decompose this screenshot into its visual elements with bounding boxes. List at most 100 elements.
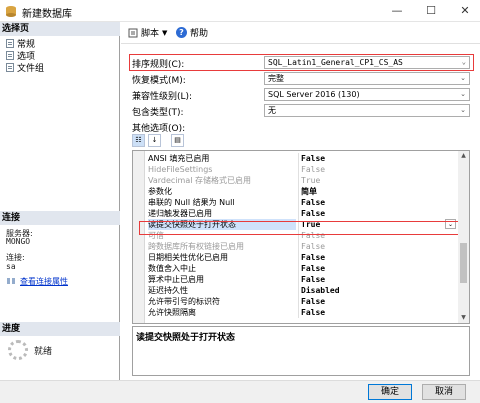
property-value: False — [298, 307, 458, 318]
view-connection-properties-link[interactable]: 查看连接属性 — [6, 276, 68, 287]
chevron-down-icon: ⌄ — [460, 106, 466, 114]
close-button[interactable]: ✕ — [455, 3, 475, 19]
script-button[interactable]: 脚本 ▼ — [128, 26, 167, 39]
property-name: HideFileSettings — [148, 165, 213, 174]
page-item-label: 文件组 — [17, 63, 45, 74]
chevron-down-icon: ⌄ — [460, 74, 466, 82]
script-label: 脚本 — [141, 29, 160, 39]
property-row[interactable]: 串联的 Null 结果为 Null False — [145, 197, 459, 208]
containment-type-label: 包含类型(T): — [132, 108, 184, 118]
property-name: ANSI 填充已启用 — [148, 154, 210, 163]
compatibility-level-label: 兼容性级别(L): — [132, 92, 193, 102]
server-value: MONGO — [6, 237, 31, 246]
property-row[interactable]: 日期相关性优化已启用 False — [145, 252, 459, 263]
property-name: 算术中止已启用 — [148, 275, 204, 284]
sort-alphabetical-icon[interactable]: ↓ — [148, 134, 161, 147]
property-value: False — [298, 296, 458, 307]
maximize-button[interactable]: ☐ — [421, 3, 441, 19]
property-value: False — [298, 241, 458, 252]
selected-row-highlight — [139, 221, 461, 235]
property-row[interactable]: 参数化 简单 — [145, 186, 459, 197]
property-name: 递归触发器已启用 — [148, 209, 212, 218]
property-value: False — [298, 197, 458, 208]
chevron-down-icon: ⌄ — [460, 90, 466, 98]
property-name: 参数化 — [148, 187, 172, 196]
page-item-filegroups[interactable]: 文件组 — [6, 61, 45, 74]
page-icon — [6, 50, 14, 60]
help-label: 帮助 — [190, 29, 209, 39]
script-icon — [128, 28, 138, 37]
page-item-general[interactable]: 常规 — [6, 37, 35, 50]
property-pages-icon[interactable]: ▤ — [171, 134, 184, 147]
progress-header: 进度 — [0, 322, 120, 336]
property-name: 日期相关性优化已启用 — [148, 253, 228, 262]
scrollbar-thumb[interactable] — [460, 243, 467, 283]
ok-button[interactable]: 确定 — [368, 384, 412, 400]
other-options-label: 其他选项(O): — [132, 124, 186, 134]
property-row[interactable]: 递归触发器已启用 False — [145, 208, 459, 219]
property-row[interactable]: 延迟持久性 Disabled — [145, 285, 459, 296]
progress-spinner-icon — [8, 340, 28, 360]
property-value: False — [298, 153, 458, 164]
collation-highlight — [129, 54, 474, 71]
containment-type-value: 无 — [268, 106, 276, 115]
containment-type-dropdown[interactable]: 无 ⌄ — [264, 104, 470, 117]
property-row[interactable]: ANSI 填充已启用 False — [145, 153, 459, 164]
property-value: Disabled — [298, 285, 458, 296]
property-row[interactable]: 数值舍入中止 False — [145, 263, 459, 274]
property-value: False — [298, 164, 458, 175]
property-name: 数值舍入中止 — [148, 264, 196, 273]
property-row[interactable]: HideFileSettings False — [145, 164, 459, 175]
property-name: Vardecimal 存储格式已启用 — [148, 176, 251, 185]
connection-icon — [7, 278, 15, 284]
connection-value: sa — [6, 262, 16, 271]
window-title: 新建数据库 — [22, 9, 72, 20]
property-name: 延迟持久性 — [148, 286, 188, 295]
help-icon: ? — [176, 27, 187, 38]
page-item-options[interactable]: 选项 — [6, 49, 35, 62]
compatibility-level-value: SQL Server 2016 (130) — [268, 90, 360, 99]
compatibility-level-dropdown[interactable]: SQL Server 2016 (130) ⌄ — [264, 88, 470, 101]
property-name: 跨数据库所有权链接已启用 — [148, 242, 244, 251]
view-connection-link-text: 查看连接属性 — [20, 277, 68, 286]
property-value: False — [298, 263, 458, 274]
database-icon — [6, 6, 16, 17]
property-row[interactable]: 允许带引号的标识符 False — [145, 296, 459, 307]
recovery-model-value: 完整 — [268, 74, 284, 83]
categorized-icon[interactable]: ☷ — [132, 134, 145, 147]
property-name: 允许快照隔离 — [148, 308, 196, 317]
select-page-header: 选择页 — [0, 22, 120, 36]
cancel-button[interactable]: 取消 — [422, 384, 466, 400]
property-name: 允许带引号的标识符 — [148, 297, 220, 306]
grid-scrollbar[interactable]: ▲ ▼ — [458, 151, 469, 323]
property-name: 串联的 Null 结果为 Null — [148, 198, 235, 207]
page-icon — [6, 62, 14, 72]
footer: 确定 取消 — [0, 380, 480, 403]
property-row[interactable]: 允许快照隔离 False — [145, 307, 459, 318]
property-value: True — [298, 175, 458, 186]
scroll-up-icon[interactable]: ▲ — [458, 151, 469, 161]
progress-status: 就绪 — [34, 347, 53, 357]
property-value: False — [298, 274, 458, 285]
description-text: 读提交快照处于打开状态 — [136, 333, 236, 343]
toolbar: 脚本 ▼ ? 帮助 — [121, 22, 480, 44]
help-button[interactable]: ? 帮助 — [176, 26, 208, 39]
description-panel: 读提交快照处于打开状态 — [132, 326, 470, 376]
page-icon — [6, 38, 14, 48]
recovery-model-label: 恢复模式(M): — [132, 76, 186, 86]
property-row[interactable]: 跨数据库所有权链接已启用 False — [145, 241, 459, 252]
property-row[interactable]: Vardecimal 存储格式已启用 True — [145, 175, 459, 186]
property-value: 简单 — [298, 186, 458, 197]
grid-gutter — [133, 151, 145, 323]
property-row[interactable]: 算术中止已启用 False — [145, 274, 459, 285]
left-panel: 选择页 常规 选项 文件组 连接 服务器: MONGO 连接: sa 查看连接属… — [0, 22, 120, 380]
scroll-down-icon[interactable]: ▼ — [458, 313, 469, 323]
minimize-button[interactable]: — — [387, 3, 407, 19]
title-bar: 新建数据库 — ☐ ✕ — [0, 0, 480, 22]
recovery-model-dropdown[interactable]: 完整 ⌄ — [264, 72, 470, 85]
connection-header: 连接 — [0, 211, 120, 225]
property-grid: ANSI 填充已启用 False HideFileSettings False Vard… — [132, 150, 470, 324]
property-value: False — [298, 252, 458, 263]
property-value: False — [298, 208, 458, 219]
property-grid-toolbar: ☷ ↓ ▤ — [132, 134, 184, 148]
